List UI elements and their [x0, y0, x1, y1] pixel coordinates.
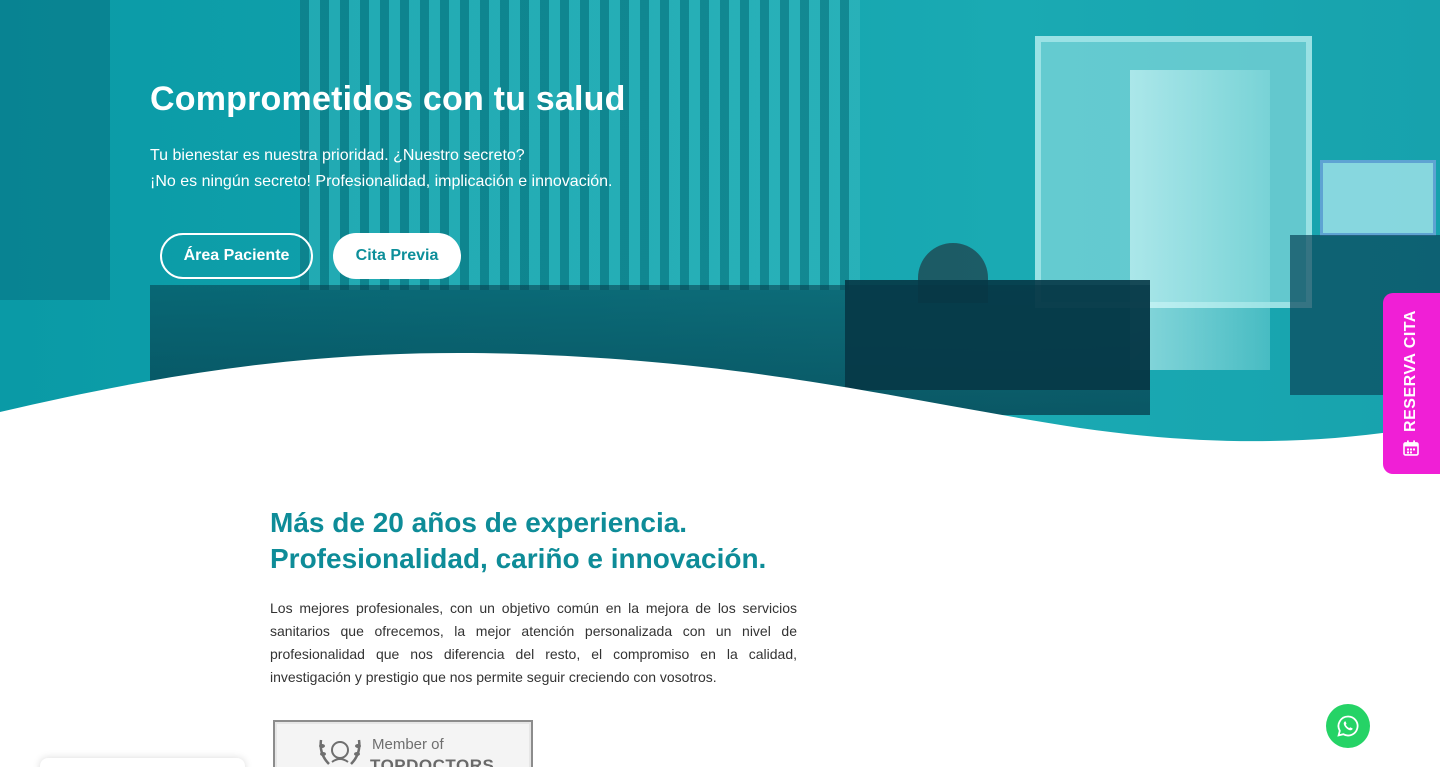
reserve-appointment-content: RESERVA CITA [1402, 310, 1420, 456]
badge-brand-text: TOPDOCTORS [370, 756, 495, 767]
about-title-line: Más de 20 años de experiencia. [270, 507, 688, 538]
hero-background-curtain [1130, 70, 1270, 370]
hero-background-frame [1320, 160, 1436, 236]
whatsapp-icon [1337, 715, 1359, 737]
patient-area-button[interactable]: Área Paciente [160, 233, 313, 279]
badge-member-text: Member of [372, 736, 444, 753]
hero-subtitle-line: ¡No es ningún secreto! Profesionalidad, … [150, 173, 613, 190]
cookie-consent-card[interactable] [40, 758, 245, 767]
topdoctors-badge[interactable]: Member of TOPDOCTORS [273, 720, 533, 767]
reserve-appointment-label: RESERVA CITA [1402, 310, 1419, 432]
calendar-icon [1403, 440, 1419, 456]
laurel-doctor-icon [319, 739, 361, 765]
page: Comprometidos con tu salud Tu bienestar … [0, 0, 1440, 767]
hero-subtitle-line: Tu bienestar es nuestra prioridad. ¿Nues… [150, 147, 525, 164]
about-title-line: Profesionalidad, cariño e innovación. [270, 543, 767, 574]
about-description: Los mejores profesionales, con un objeti… [270, 600, 797, 685]
hero-title: Comprometidos con tu salud [150, 80, 626, 118]
whatsapp-button[interactable] [1326, 704, 1370, 748]
appointment-button[interactable]: Cita Previa [333, 233, 461, 279]
reserve-appointment-tab[interactable]: RESERVA CITA [1383, 293, 1440, 474]
about-title: Más de 20 años de experiencia. Profesion… [270, 505, 766, 577]
hero-background-decoration [0, 0, 110, 300]
hero-subtitle: Tu bienestar es nuestra prioridad. ¿Nues… [150, 143, 612, 195]
hero-banner: Comprometidos con tu salud Tu bienestar … [0, 0, 1440, 450]
hero-wave-divider [0, 353, 1440, 450]
